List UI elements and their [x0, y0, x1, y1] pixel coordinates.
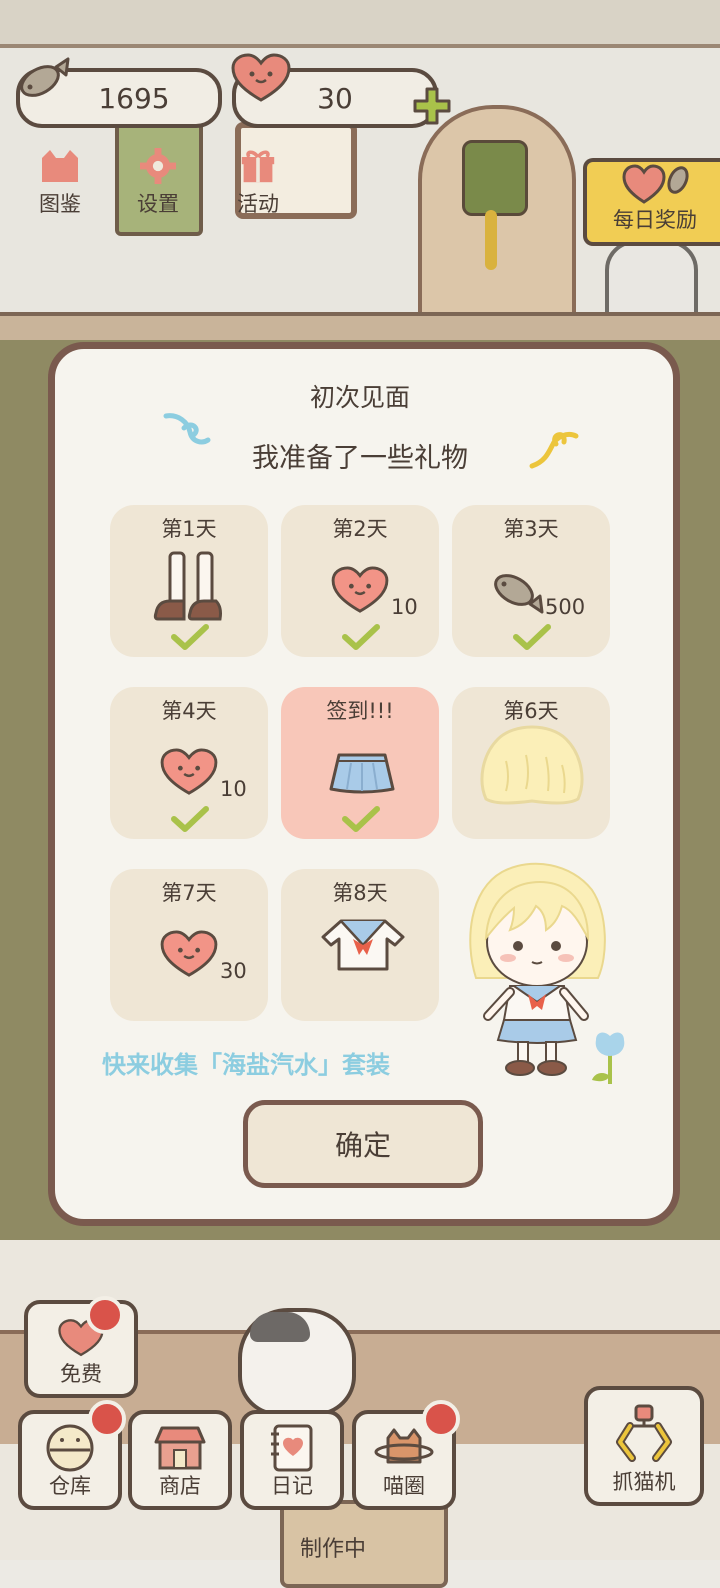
- add-hearts-button[interactable]: [412, 86, 452, 126]
- collection-button[interactable]: 图鉴: [25, 148, 95, 218]
- reward-day-label: 第2天: [332, 517, 388, 541]
- daily-reward-label: 每日奖励: [613, 208, 697, 232]
- shop-label: 商店: [159, 1474, 201, 1498]
- dialog-subtitle: 我准备了一些礼物: [252, 443, 468, 474]
- confirm-label: 确定: [334, 1129, 391, 1162]
- heart-icon: [160, 748, 218, 795]
- sailor-top-icon: [321, 919, 405, 971]
- reward-day-label: 第8天: [332, 881, 388, 905]
- notification-badge: [88, 1400, 126, 1438]
- gear-icon: [140, 148, 176, 184]
- fish-icon: [494, 574, 544, 614]
- reward-day-label: 第7天: [161, 881, 217, 905]
- socks-shoes-icon: [153, 551, 222, 621]
- confirm-button[interactable]: 确定: [243, 1100, 483, 1188]
- reward-card-day8[interactable]: 第8天: [281, 869, 439, 1021]
- cat-circle-label: 喵圈: [383, 1474, 425, 1498]
- reward-card-day1[interactable]: 第1天: [110, 505, 268, 657]
- cat-planet-icon: [374, 1428, 434, 1464]
- reward-qty: 10: [220, 777, 247, 801]
- reward-day-label: 签到!!!: [326, 699, 394, 723]
- warehouse-label: 仓库: [49, 1474, 91, 1498]
- diary-button[interactable]: 日记: [240, 1410, 344, 1510]
- reward-card-day4[interactable]: 第4天 10: [110, 687, 268, 839]
- reward-qty: 500: [545, 595, 586, 619]
- claimed-check-icon: [171, 806, 209, 832]
- heart-icon: [331, 566, 389, 613]
- fish-icon: [20, 57, 70, 97]
- notification-badge: [86, 1296, 124, 1334]
- collect-set-promo: 快来收集「海盐汽水」套装: [102, 1051, 390, 1079]
- flower-icon: [592, 1032, 625, 1084]
- reward-card-day2[interactable]: 第2天 10: [281, 505, 439, 657]
- heart-icon: [231, 53, 291, 102]
- claimed-check-icon: [171, 624, 209, 650]
- hanging-pendant: [462, 140, 528, 216]
- events-button[interactable]: 活动: [223, 148, 293, 218]
- reward-card-day7[interactable]: 第7天 30: [110, 869, 268, 1021]
- heart-count: 30: [317, 81, 353, 115]
- pendant-tassel: [485, 210, 497, 270]
- claw-machine-button[interactable]: 抓猫机: [584, 1386, 704, 1506]
- heart-icon: [160, 930, 218, 977]
- reward-card-day6[interactable]: 第6天: [452, 687, 610, 839]
- dialog-title: 初次见面: [309, 383, 410, 412]
- reward-qty: 10: [391, 595, 418, 619]
- collection-label: 图鉴: [39, 192, 81, 216]
- yellow-ribbon-icon: [529, 431, 579, 469]
- claw-machine-label: 抓猫机: [612, 1470, 676, 1494]
- claimed-check-icon: [342, 806, 380, 832]
- blonde-hair-icon: [480, 725, 584, 805]
- heart-fish-icon: [622, 164, 689, 204]
- ceiling-beam: [0, 0, 720, 48]
- skirt-icon: [329, 753, 395, 794]
- reward-day-label: 第3天: [503, 517, 559, 541]
- diary-label: 日记: [271, 1474, 313, 1498]
- reward-qty: 30: [220, 959, 247, 983]
- cat-patch: [250, 1312, 310, 1342]
- settings-label: 设置: [137, 192, 179, 216]
- reward-day-label: 第1天: [161, 517, 217, 541]
- events-label: 活动: [237, 192, 279, 216]
- settings-button[interactable]: 设置: [123, 148, 193, 218]
- crafting-status: 制作中: [300, 1537, 367, 1562]
- claimed-check-icon: [513, 624, 551, 650]
- claimed-check-icon: [342, 624, 380, 650]
- gift-icon: [241, 150, 275, 183]
- claw-icon: [616, 1404, 672, 1462]
- cat-face-icon: [42, 150, 78, 182]
- shop-button[interactable]: 商店: [128, 1410, 232, 1510]
- reward-day-label: 第4天: [161, 699, 217, 723]
- notification-badge: [422, 1400, 460, 1438]
- blue-ribbon-icon: [163, 413, 211, 445]
- fish-count: 1695: [98, 81, 170, 115]
- diary-icon: [271, 1424, 313, 1472]
- food-bowl-icon: [46, 1424, 94, 1472]
- reward-card-day5-today[interactable]: 签到!!!: [281, 687, 439, 839]
- free-label: 免费: [60, 1362, 102, 1386]
- reward-card-day3[interactable]: 第3天 500: [452, 505, 610, 657]
- shop-icon: [154, 1426, 206, 1470]
